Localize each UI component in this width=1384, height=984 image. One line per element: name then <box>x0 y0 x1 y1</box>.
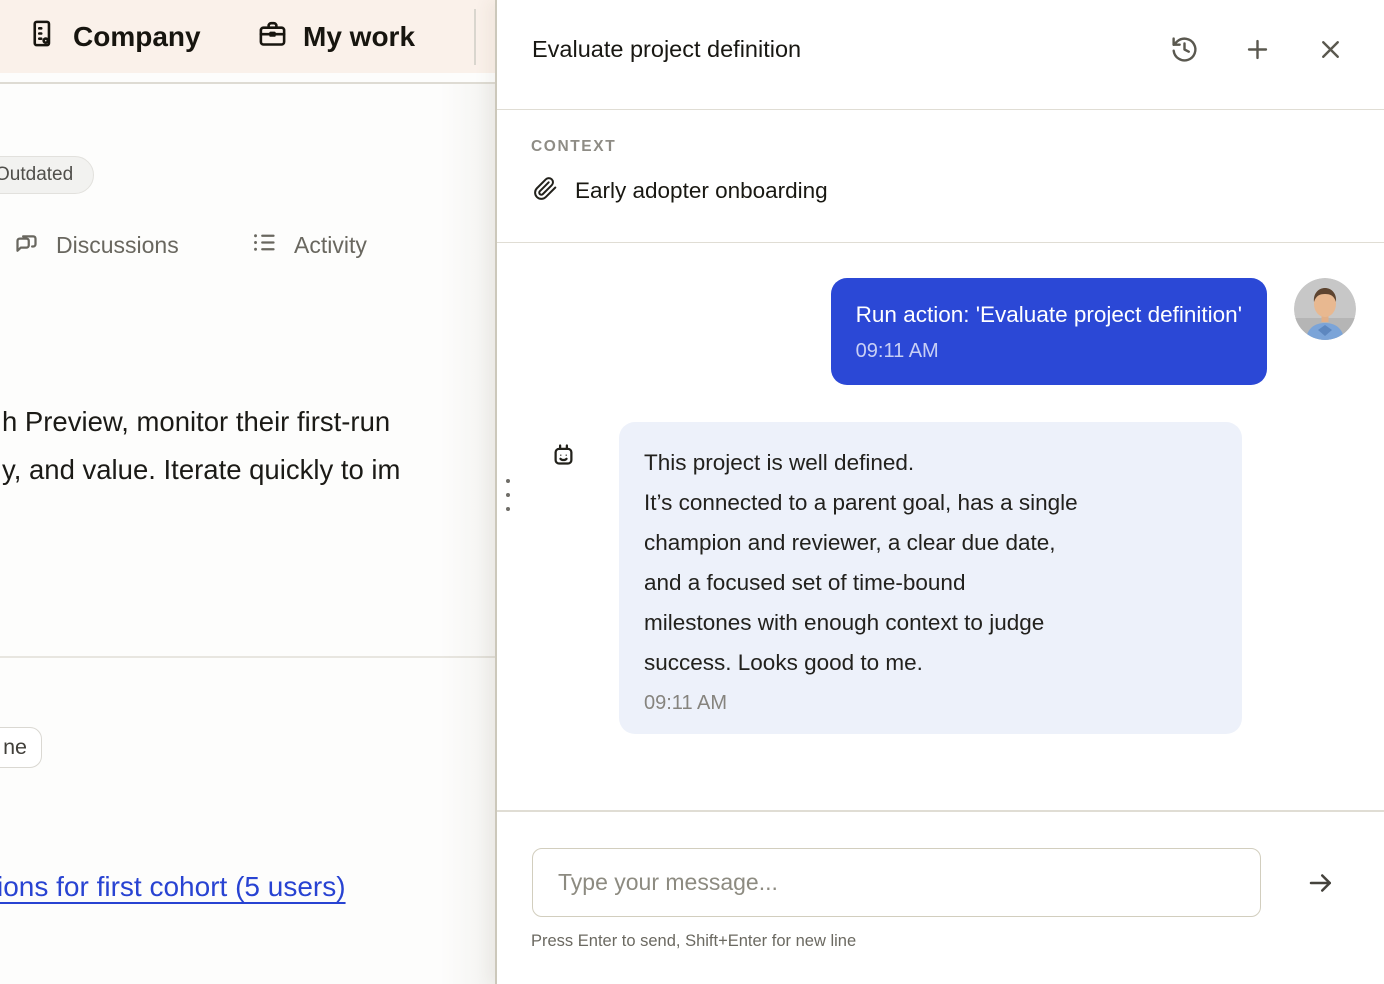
panel-edge-shadow <box>440 84 495 984</box>
message-user: Run action: 'Evaluate project definition… <box>831 278 1356 385</box>
context-item[interactable]: Early adopter onboarding <box>533 176 828 207</box>
history-button[interactable] <box>1168 35 1200 67</box>
cropped-badge-label: ne <box>3 735 27 760</box>
paperclip-icon <box>533 176 558 207</box>
list-icon <box>251 229 278 262</box>
chat-panel: Evaluate project definition CONTEXT <box>495 0 1384 984</box>
nav-bottom-border <box>0 82 495 84</box>
context-heading: CONTEXT <box>531 138 616 156</box>
project-description-text: h Preview, monitor their first-run y, an… <box>2 398 400 494</box>
plus-icon <box>1243 35 1272 67</box>
panel-header: Evaluate project definition <box>497 0 1384 110</box>
composer-hint: Press Enter to send, Shift+Enter for new… <box>531 932 856 951</box>
user-bubble: Run action: 'Evaluate project definition… <box>831 278 1267 385</box>
top-nav: Company My work <box>0 0 495 73</box>
tab-activity-label: Activity <box>294 232 367 259</box>
tab-activity[interactable]: Activity <box>251 228 367 262</box>
history-clock-icon <box>1170 35 1199 67</box>
context-section: CONTEXT Early adopter onboarding <box>497 112 1384 243</box>
composer-top-border <box>497 810 1384 812</box>
nav-tab-company-label: Company <box>73 21 201 53</box>
cropped-badge: ne <box>0 727 42 768</box>
building-icon <box>27 18 58 56</box>
nav-separator <box>474 9 476 65</box>
message-input[interactable] <box>532 848 1261 917</box>
user-message-time: 09:11 AM <box>856 340 1242 363</box>
section-divider <box>0 656 495 658</box>
cohort-link[interactable]: ions for first cohort (5 users) <box>0 871 346 903</box>
assistant-message-time: 09:11 AM <box>644 689 1217 717</box>
screen: Company My work Outdated Discussions <box>0 0 1384 984</box>
context-item-label: Early adopter onboarding <box>575 178 828 204</box>
tab-discussions[interactable]: Discussions <box>13 228 179 262</box>
arrow-right-icon <box>1306 886 1336 901</box>
chat-bubbles-icon <box>13 229 40 262</box>
panel-title: Evaluate project definition <box>532 36 801 63</box>
bot-face-icon <box>550 441 577 473</box>
background-page: Company My work Outdated Discussions <box>0 0 495 984</box>
nav-tab-my-work-label: My work <box>303 21 415 53</box>
outdated-badge: Outdated <box>0 156 94 194</box>
assistant-bubble: This project is well defined. It’s conne… <box>619 422 1242 734</box>
avatar <box>1294 278 1356 340</box>
new-chat-button[interactable] <box>1241 35 1273 67</box>
panel-resize-handle[interactable] <box>504 477 512 513</box>
tab-discussions-label: Discussions <box>56 232 179 259</box>
briefcase-icon <box>257 18 288 56</box>
outdated-badge-label: Outdated <box>0 164 73 186</box>
assistant-message-text: This project is well defined. It’s conne… <box>644 443 1217 683</box>
close-icon <box>1316 35 1345 67</box>
nav-tab-my-work[interactable]: My work <box>257 0 415 73</box>
nav-tab-company[interactable]: Company <box>27 0 201 73</box>
send-button[interactable] <box>1303 866 1339 902</box>
close-button[interactable] <box>1314 35 1346 67</box>
user-message-text: Run action: 'Evaluate project definition… <box>856 300 1242 330</box>
